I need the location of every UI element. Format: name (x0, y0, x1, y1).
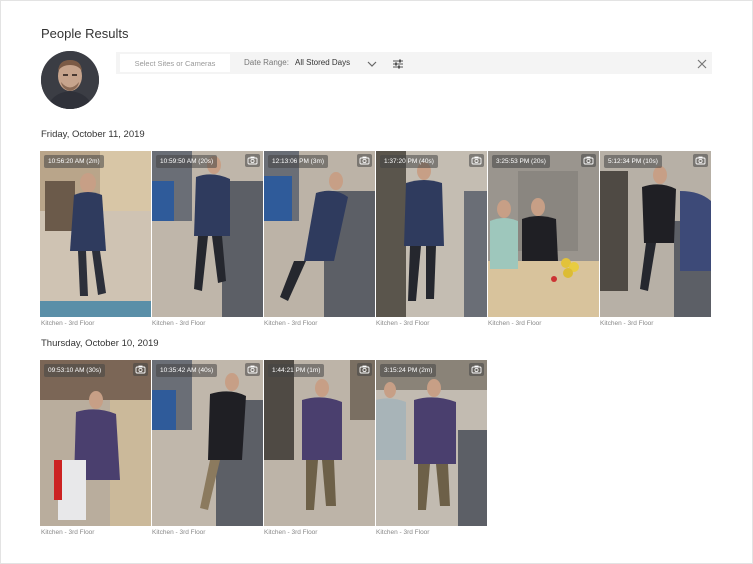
timestamp-label: 3:25:53 PM (20s) (492, 155, 550, 168)
camera-location-label: Kitchen - 3rd Floor (152, 320, 206, 327)
date-heading: Thursday, October 10, 2019 (41, 338, 159, 349)
timestamp-label: 10:59:50 AM (20s) (156, 155, 218, 168)
timestamp-label: 5:12:34 PM (10s) (604, 155, 662, 168)
camera-location-label: Kitchen - 3rd Floor (264, 529, 318, 536)
result-thumbnail[interactable]: 5:12:34 PM (10s) (600, 151, 711, 317)
result-thumbnail[interactable]: 10:56:20 AM (2m) (40, 151, 151, 317)
site-camera-select[interactable]: Select Sites or Cameras (120, 54, 230, 72)
close-icon[interactable] (696, 57, 708, 69)
camera-icon[interactable] (357, 154, 372, 167)
camera-icon[interactable] (245, 154, 260, 167)
camera-icon[interactable] (469, 154, 484, 167)
timestamp-label: 10:56:20 AM (2m) (44, 155, 104, 168)
result-thumbnail[interactable]: 10:35:42 AM (40s) (152, 360, 263, 526)
camera-location-label: Kitchen - 3rd Floor (41, 529, 95, 536)
date-heading: Friday, October 11, 2019 (41, 129, 145, 140)
result-thumbnail[interactable]: 09:53:10 AM (30s) (40, 360, 151, 526)
page-title: People Results (41, 26, 129, 41)
timestamp-label: 12:13:06 PM (3m) (268, 155, 329, 168)
chevron-down-icon[interactable] (366, 57, 378, 69)
timestamp-label: 10:35:42 AM (40s) (156, 364, 218, 377)
result-thumbnail[interactable]: 10:59:50 AM (20s) (152, 151, 263, 317)
result-thumbnail[interactable]: 1:44:21 PM (1m) (264, 360, 375, 526)
camera-location-label: Kitchen - 3rd Floor (376, 320, 430, 327)
camera-location-label: Kitchen - 3rd Floor (264, 320, 318, 327)
camera-icon[interactable] (133, 363, 148, 376)
camera-icon[interactable] (581, 154, 596, 167)
camera-icon[interactable] (357, 363, 372, 376)
timestamp-label: 3:15:24 PM (2m) (380, 364, 437, 377)
camera-icon[interactable] (469, 363, 484, 376)
camera-icon[interactable] (693, 154, 708, 167)
timestamp-label: 1:37:20 PM (40s) (380, 155, 438, 168)
camera-location-label: Kitchen - 3rd Floor (41, 320, 95, 327)
result-thumbnail[interactable]: 1:37:20 PM (40s) (376, 151, 487, 317)
search-toolbar: Select Sites or Cameras Date Range: All … (116, 52, 712, 74)
date-range-select[interactable]: All Stored Days (295, 58, 350, 67)
camera-icon[interactable] (245, 363, 260, 376)
timestamp-label: 1:44:21 PM (1m) (268, 364, 325, 377)
filter-sliders-icon[interactable] (392, 57, 404, 69)
result-thumbnail[interactable]: 12:13:06 PM (3m) (264, 151, 375, 317)
camera-location-label: Kitchen - 3rd Floor (488, 320, 542, 327)
camera-location-label: Kitchen - 3rd Floor (376, 529, 430, 536)
person-avatar (41, 51, 99, 109)
date-range-label: Date Range: (244, 58, 289, 67)
camera-location-label: Kitchen - 3rd Floor (600, 320, 654, 327)
timestamp-label: 09:53:10 AM (30s) (44, 364, 106, 377)
result-thumbnail[interactable]: 3:25:53 PM (20s) (488, 151, 599, 317)
camera-location-label: Kitchen - 3rd Floor (152, 529, 206, 536)
result-thumbnail[interactable]: 3:15:24 PM (2m) (376, 360, 487, 526)
